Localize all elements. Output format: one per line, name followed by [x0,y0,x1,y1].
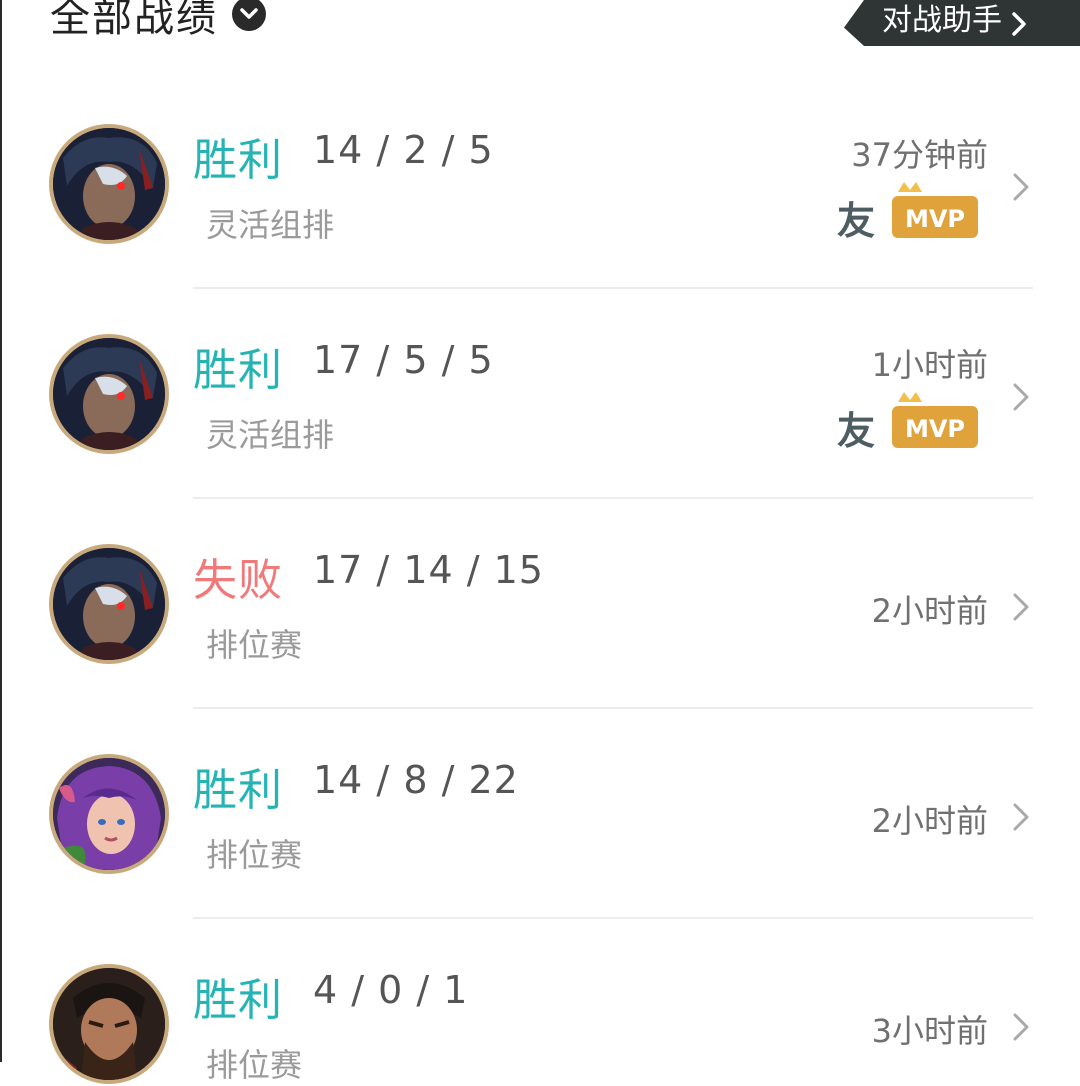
row-divider [193,917,1033,919]
match-kda: 14 / 8 / 22 [313,758,519,802]
match-time: 2小时前 [871,802,988,840]
match-time: 3小时前 [871,1012,988,1050]
match-mode: 灵活组排 [206,416,335,454]
hero-avatar [49,964,169,1084]
chevron-right-icon [1012,802,1030,836]
row-divider [193,707,1033,709]
match-mode: 排位赛 [206,836,303,874]
match-row[interactable]: 胜利 14 / 2 / 5 灵活组排 37分钟前 友 MVP [0,80,1080,290]
row-divider [193,287,1033,289]
mvp-badge: MVP [888,390,980,450]
chevron-right-icon [1012,1012,1030,1046]
chevron-right-icon [1012,592,1030,626]
match-mode: 灵活组排 [206,206,335,244]
match-result: 胜利 [193,345,283,396]
match-mode: 排位赛 [206,626,303,664]
hero-avatar [49,544,169,664]
match-result: 胜利 [193,975,283,1026]
match-time: 37分钟前 [851,136,988,174]
chevron-right-icon [1012,382,1030,416]
match-result: 失败 [193,555,283,606]
match-row[interactable]: 失败 17 / 14 / 15 排位赛 2小时前 [0,500,1080,710]
match-kda: 4 / 0 / 1 [313,968,469,1012]
svg-text:友: 友 [837,409,875,452]
chevron-right-icon [1012,172,1030,206]
hero-avatar [49,754,169,874]
match-kda: 17 / 5 / 5 [313,338,494,382]
svg-text:MVP: MVP [905,415,965,443]
friend-badge: 友 [834,408,878,453]
mvp-badge: MVP [888,180,980,240]
hero-avatar [49,124,169,244]
match-time: 2小时前 [871,592,988,630]
chevron-down-icon [232,0,266,31]
svg-text:MVP: MVP [905,205,965,233]
hero-avatar [49,334,169,454]
chevron-right-icon [1012,12,1026,36]
battle-assistant-label: 对战助手 [882,3,1002,38]
svg-text:友: 友 [837,199,875,242]
row-divider [193,497,1033,499]
match-row[interactable]: 胜利 4 / 0 / 1 排位赛 3小时前 [0,920,1080,1084]
match-row[interactable]: 胜利 14 / 8 / 22 排位赛 2小时前 [0,710,1080,920]
match-mode: 排位赛 [206,1046,303,1084]
match-kda: 17 / 14 / 15 [313,548,544,592]
friend-badge: 友 [834,198,878,243]
match-row[interactable]: 胜利 17 / 5 / 5 灵活组排 1小时前 友 MVP [0,290,1080,500]
match-result: 胜利 [193,135,283,186]
match-result: 胜利 [193,765,283,816]
page-title: 全部战绩 [50,0,218,41]
match-kda: 14 / 2 / 5 [313,128,494,172]
record-filter-dropdown[interactable]: 全部战绩 [50,0,266,44]
match-time: 1小时前 [871,346,988,384]
battle-assistant-button[interactable]: 对战助手 [844,0,1080,46]
